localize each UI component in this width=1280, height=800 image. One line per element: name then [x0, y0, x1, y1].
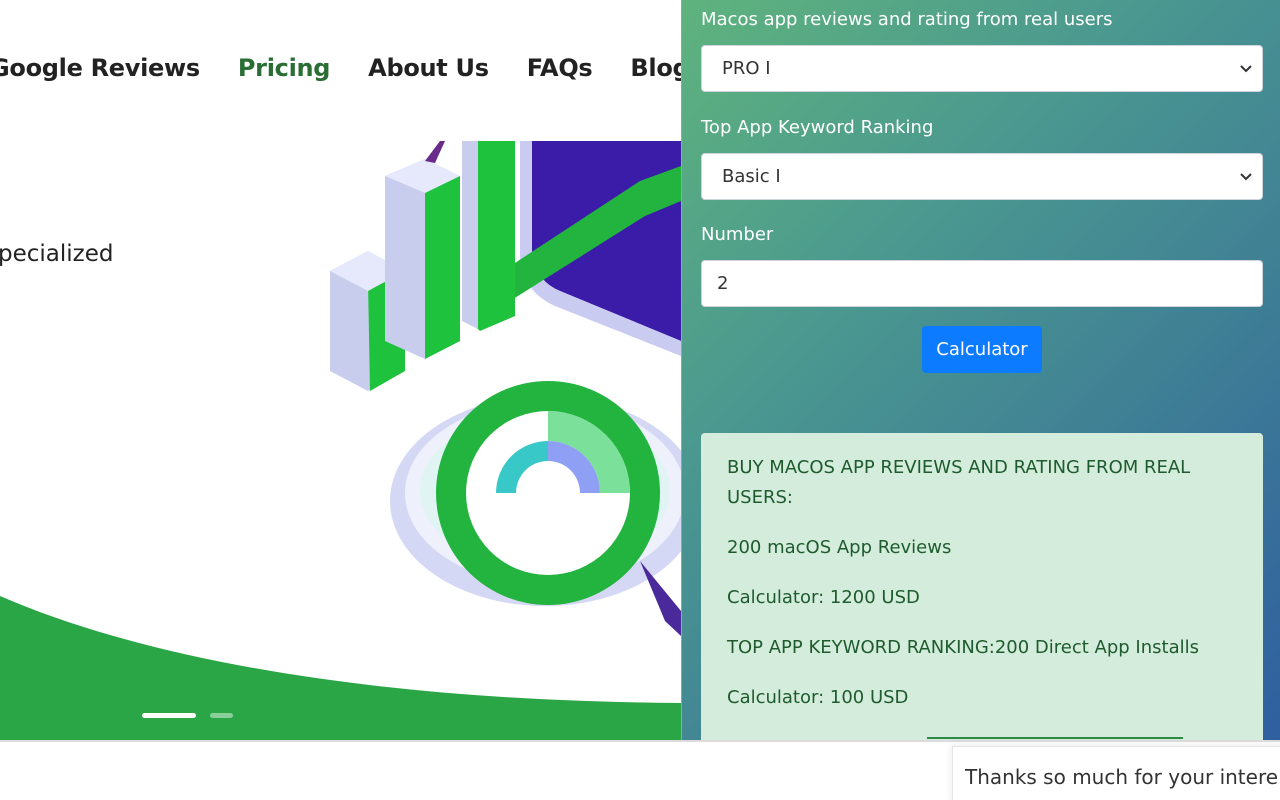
nav-about-us[interactable]: About Us: [368, 54, 489, 82]
footer-divider: [0, 740, 1280, 742]
nav-faqs[interactable]: FAQs: [527, 54, 593, 82]
field1-value: PRO I: [722, 58, 771, 79]
field2-label: Top App Keyword Ranking: [701, 117, 934, 138]
green-wave: [0, 596, 681, 742]
field1-select[interactable]: PRO I: [701, 45, 1263, 92]
result-line-3: Calculator: 1200 USD: [727, 587, 920, 608]
result-line-1: BUY MACOS APP REVIEWS AND RATING FROM RE…: [727, 457, 1191, 508]
result-box: BUY MACOS APP REVIEWS AND RATING FROM RE…: [701, 433, 1263, 740]
field3-label: Number: [701, 224, 774, 245]
hero-text: pecialized: [0, 241, 114, 267]
number-value: 2: [717, 273, 729, 294]
nav-pricing[interactable]: Pricing: [238, 54, 331, 82]
hero-illustration: [0, 141, 681, 742]
field1-label: Macos app reviews and rating from real u…: [701, 9, 1113, 30]
chevron-down-icon: [1240, 173, 1252, 181]
result-line-5: Calculator: 100 USD: [727, 687, 909, 708]
bar-chart: [330, 141, 515, 391]
result-line-2: 200 macOS App Reviews: [727, 537, 952, 558]
slider-dot-2[interactable]: [210, 713, 233, 718]
chevron-down-icon: [1240, 65, 1252, 73]
number-input[interactable]: 2: [701, 260, 1263, 307]
slider-dot-1[interactable]: [142, 713, 196, 718]
magnifier-illustration: [390, 381, 681, 636]
result-divider: [927, 737, 1183, 739]
nav-google-reviews[interactable]: Google Reviews: [0, 54, 200, 82]
main-nav: Google Reviews Pricing About Us FAQs Blo…: [0, 54, 690, 82]
calculator-button[interactable]: Calculator: [922, 326, 1042, 373]
result-line-4: TOP APP KEYWORD RANKING:200 Direct App I…: [727, 637, 1199, 658]
hero-slider: pecialized: [0, 141, 681, 742]
site-header: Google Reviews Pricing About Us FAQs Blo…: [0, 0, 690, 141]
slider-dots: [142, 713, 233, 718]
calculator-panel: Macos app reviews and rating from real u…: [681, 0, 1280, 740]
field2-select[interactable]: Basic I: [701, 153, 1263, 200]
chat-toast[interactable]: Thanks so much for your intere: [952, 746, 1280, 800]
field2-value: Basic I: [722, 166, 781, 187]
page: Google Reviews Pricing About Us FAQs Blo…: [0, 0, 1280, 800]
